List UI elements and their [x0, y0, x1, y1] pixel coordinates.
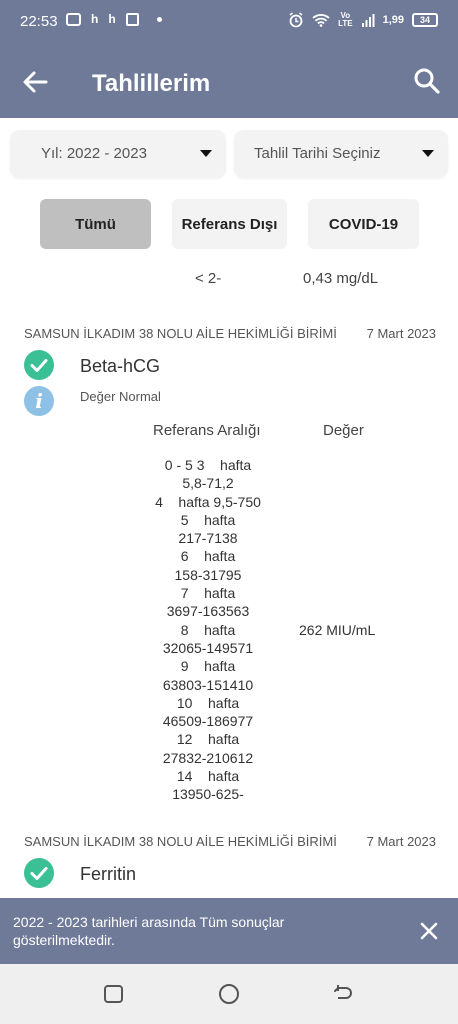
search-icon	[414, 68, 440, 94]
reference-line: 46509-186977	[162, 713, 254, 730]
tab-covid-19[interactable]: COVID-19	[308, 199, 419, 249]
info-icon[interactable]: i	[24, 386, 54, 416]
reference-line: 12 hafta	[176, 731, 240, 748]
test-status: Değer Normal	[80, 389, 161, 404]
system-icons: Vo LTE 1,99 34	[288, 12, 438, 28]
snackbar: 2022 - 2023 tarihleri arasında Tüm sonuç…	[0, 898, 458, 964]
close-icon	[420, 922, 438, 940]
notification-icons: h h	[66, 12, 162, 26]
network-speed: 1,99	[382, 14, 404, 26]
battery-level: 34	[419, 15, 430, 25]
lte-label: Vo LTE	[338, 11, 353, 28]
test-date-select[interactable]: Tahlil Tarihi Seçiniz	[234, 130, 448, 178]
record-date: 7 Mart 2023	[366, 326, 436, 341]
reference-line: 13950-625-	[172, 786, 244, 803]
reference-line: 5 hafta	[180, 511, 236, 528]
previous-value: 0,43 mg/dL	[303, 270, 379, 287]
wifi-icon	[312, 14, 330, 27]
year-select[interactable]: Yıl: 2022 - 2023	[10, 130, 226, 178]
reference-line: 14 hafta	[176, 768, 240, 785]
snackbar-close-button[interactable]	[412, 914, 446, 948]
back-icon	[334, 985, 352, 999]
dropdown-arrow-icon	[422, 150, 434, 157]
year-select-value: Yıl: 2022 - 2023	[41, 145, 147, 162]
system-navigation-bar	[0, 964, 458, 1024]
office-icon	[125, 12, 139, 26]
reference-line: 8 hafta	[180, 621, 236, 638]
reference-line: 5,8-71,2	[182, 475, 234, 492]
reference-line: 27832-210612	[162, 749, 254, 766]
reference-line: 158-31795	[174, 566, 242, 583]
app-bar: Tahlillerim	[0, 44, 458, 118]
battery-icon: 34	[412, 13, 438, 27]
reference-range-header: Referans Aralığı	[153, 422, 261, 439]
reference-line: 63803-151410	[162, 676, 254, 693]
reference-line: 4 hafta 9,5-750	[155, 493, 261, 510]
test-name[interactable]: Beta-hCG	[80, 356, 160, 377]
record-header: SAMSUN İLKADIM 38 NOLU AİLE HEKİMLİĞİ Bİ…	[24, 834, 436, 849]
record-date: 7 Mart 2023	[366, 834, 436, 849]
tab-all[interactable]: Tümü	[40, 199, 151, 249]
app-notification-icon: h	[91, 12, 99, 26]
reference-line: 217-7138	[178, 530, 238, 547]
value-header: Değer	[323, 422, 364, 439]
reference-line: 7 hafta	[180, 585, 236, 602]
institution-name: SAMSUN İLKADIM 38 NOLU AİLE HEKİMLİĞİ Bİ…	[24, 834, 337, 849]
signal-icon	[361, 14, 375, 27]
check-circle-icon	[24, 350, 54, 380]
reference-line: 3697-163563	[166, 603, 250, 620]
dropdown-arrow-icon	[200, 150, 212, 157]
test-name[interactable]: Ferritin	[80, 864, 136, 885]
reference-line: 0 - 5 3 hafta	[164, 457, 252, 473]
snackbar-message: 2022 - 2023 tarihleri arasında Tüm sonuç…	[13, 914, 285, 948]
institution-name: SAMSUN İLKADIM 38 NOLU AİLE HEKİMLİĞİ Bİ…	[24, 326, 337, 341]
message-icon	[66, 12, 81, 26]
reference-line: 9 hafta	[180, 658, 236, 675]
test-date-select-value: Tahlil Tarihi Seçiniz	[254, 145, 381, 162]
search-button[interactable]	[410, 64, 444, 98]
reference-range-list: 0 - 5 3 hafta 5,8-71,2 4 hafta 9,5-750 5…	[118, 456, 298, 804]
reference-line: 32065-149571	[162, 639, 254, 656]
page-title: Tahlillerim	[92, 70, 211, 97]
previous-reference: < 2-	[195, 270, 222, 287]
system-back-button[interactable]	[332, 983, 354, 1005]
arrow-left-icon	[23, 71, 48, 93]
status-bar: 22:53 h h Vo LTE 1,99 34	[0, 0, 458, 44]
home-button[interactable]	[219, 984, 239, 1004]
app-notification-icon: h	[108, 12, 116, 26]
check-circle-icon	[24, 858, 54, 888]
back-button[interactable]	[16, 64, 56, 100]
tab-out-of-reference[interactable]: Referans Dışı	[172, 199, 287, 249]
status-time: 22:53	[20, 13, 58, 30]
reference-line: 10 hafta	[176, 694, 240, 711]
more-notifications-dot-icon	[156, 16, 162, 22]
test-value: 262 MIU/mL	[299, 622, 376, 638]
alarm-icon	[289, 12, 303, 28]
reference-line: 6 hafta	[180, 548, 236, 565]
record-header: SAMSUN İLKADIM 38 NOLU AİLE HEKİMLİĞİ Bİ…	[24, 326, 436, 341]
recent-apps-button[interactable]	[104, 985, 123, 1003]
